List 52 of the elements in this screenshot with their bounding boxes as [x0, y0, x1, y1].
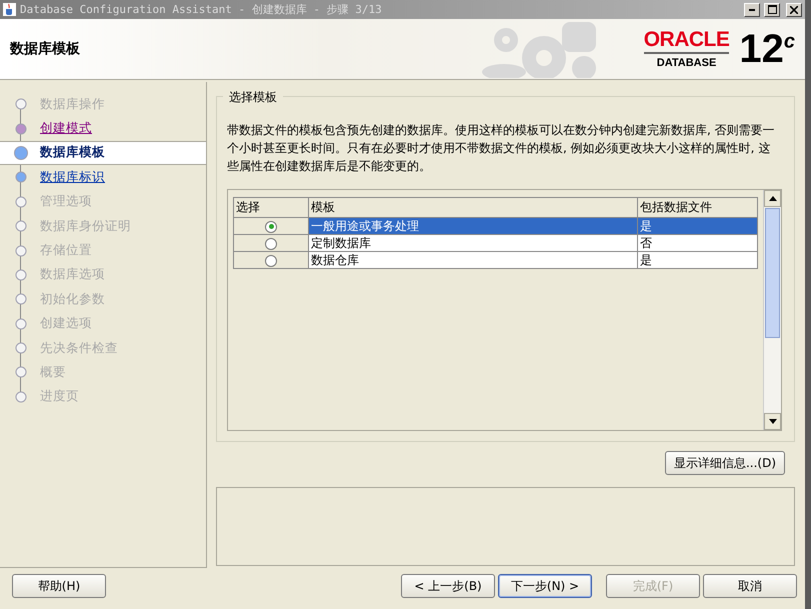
- column-header[interactable]: 模板: [308, 198, 638, 218]
- step-dot-icon: [14, 292, 28, 306]
- description: 带数据文件的模板包含预先创建的数据库。使用这样的模板可以在数分钟内创建完新数据库, 否则需要一个小时甚至更长时间。只有在必要时才使用不带数据文件的模板, 例如必须更改块大小这样的属性时, 这些属性在创建数据库后是不能变更的。: [227, 122, 776, 175]
- step-dot-icon: [14, 97, 28, 112]
- radio-button[interactable]: [265, 254, 277, 267]
- step-item[interactable]: 创建模式: [0, 116, 206, 141]
- up-arrow-icon: [768, 196, 776, 201]
- step-dot-icon: [14, 170, 28, 184]
- dialog-button[interactable]: 取消: [703, 574, 797, 598]
- minimize-button[interactable]: [744, 2, 760, 16]
- step-dot-icon: [14, 122, 28, 136]
- scroll-down-button[interactable]: [764, 413, 781, 430]
- radio-button[interactable]: [265, 220, 277, 233]
- coffee-cup-icon: [3, 3, 16, 16]
- table-cell[interactable]: 数据仓库: [308, 252, 638, 268]
- close-icon: [790, 6, 798, 14]
- step-item[interactable]: 数据库模板: [0, 140, 206, 166]
- scrollbar[interactable]: [763, 190, 781, 430]
- table-cell[interactable]: 一般用途或事务处理: [308, 218, 638, 234]
- down-arrow-icon: [768, 419, 776, 424]
- column-header[interactable]: 包括数据文件: [638, 198, 758, 218]
- page-title: 数据库模板: [10, 40, 81, 58]
- scroll-up-button[interactable]: [764, 190, 781, 207]
- table-cell[interactable]: 是: [638, 218, 758, 234]
- step-dot-icon: [14, 268, 28, 282]
- details-button[interactable]: 显示详细信息...(D): [664, 451, 785, 475]
- logo-version: 12$^{c}$: [739, 29, 795, 69]
- window-title: Database Configuration Assistant - 创建数据库 - 步骤 3/13: [20, 2, 383, 17]
- step-dot-icon: [14, 244, 28, 258]
- maximize-button[interactable]: [764, 2, 780, 16]
- table-cell[interactable]: 是: [638, 252, 758, 268]
- step-dot-icon: [14, 219, 28, 234]
- step-item[interactable]: 数据库标识: [0, 165, 206, 190]
- column-header[interactable]: 选择: [234, 198, 308, 218]
- minimize-icon: [749, 8, 755, 10]
- table-cell[interactable]: 定制数据库: [308, 234, 638, 252]
- close-button[interactable]: [786, 2, 802, 16]
- maximize-icon: [768, 5, 776, 14]
- step-dot-icon: [14, 365, 28, 380]
- table-cell[interactable]: 否: [638, 234, 758, 252]
- dialog-button[interactable]: < 上一步(B): [401, 574, 495, 598]
- group-title: 选择模板: [223, 89, 283, 106]
- step-dot-icon: [14, 194, 28, 209]
- dialog-button[interactable]: 帮助(H): [12, 574, 106, 598]
- dialog-button[interactable]: 下一步(N) >: [498, 574, 592, 598]
- radio-button[interactable]: [265, 238, 277, 250]
- step-dot-icon: [14, 316, 28, 331]
- step-dot-icon: [14, 341, 28, 356]
- step-dot-icon: [14, 146, 28, 160]
- logo-product: DATABASE: [656, 57, 716, 69]
- logo-brand: ORACLE: [644, 29, 730, 54]
- step-dot-icon: [14, 390, 28, 404]
